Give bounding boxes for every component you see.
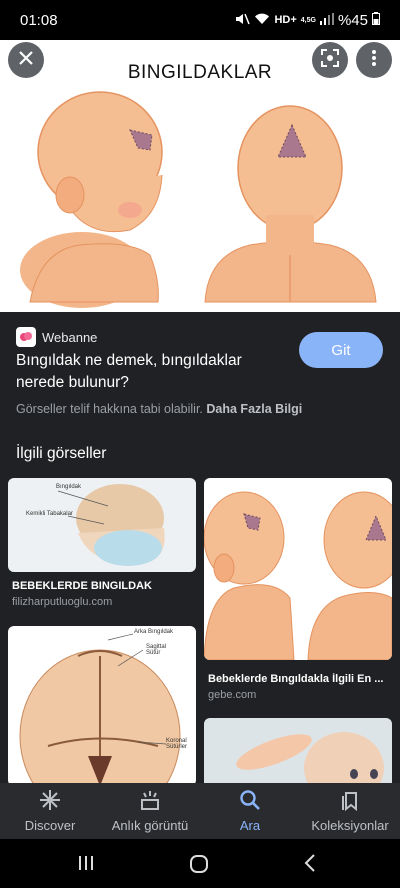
close-icon: [18, 50, 34, 71]
learn-more-link[interactable]: Daha Fazla Bilgi: [206, 402, 302, 416]
visit-button[interactable]: Git: [299, 332, 383, 368]
webanne-logo-icon: [16, 327, 36, 347]
diagram-label: Kemikli Tabakalar: [26, 511, 73, 517]
related-image-card[interactable]: [204, 718, 392, 788]
wifi-icon: [254, 13, 270, 28]
related-image-card[interactable]: Bıngıldak Kemikli Tabakalar: [8, 478, 196, 572]
battery-icon: [372, 12, 380, 28]
card-title[interactable]: Bebeklerde Bıngıldakla İlgili En ...: [208, 673, 390, 685]
search-icon: [239, 789, 261, 814]
system-navigation-bar: [0, 839, 400, 888]
hero-image[interactable]: BINGILDAKLAR: [0, 40, 400, 312]
nav-collections[interactable]: Koleksiyonlar: [300, 783, 400, 839]
copyright-text: Görseller telif hakkına tabi olabilir.: [16, 402, 203, 416]
lens-button[interactable]: [312, 42, 348, 78]
card-source: filizharputluoglu.com: [12, 596, 113, 608]
nav-label: Koleksiyonlar: [311, 818, 389, 833]
page-title[interactable]: Bıngıldak ne demek, bıngıldaklar nerede …: [16, 350, 286, 394]
more-options-button[interactable]: [356, 42, 392, 78]
nav-discover[interactable]: Discover: [0, 783, 100, 839]
nav-label: Discover: [24, 818, 76, 833]
status-bar: 01:08 HD+ 4,5G %45: [0, 0, 400, 40]
close-button[interactable]: [8, 42, 44, 78]
battery-percent: %45: [337, 11, 368, 29]
bottom-navigation: Discover Anlık görüntü Ara Koleksiyonlar: [0, 783, 400, 839]
mute-icon: [234, 12, 251, 29]
home-icon[interactable]: [188, 853, 210, 880]
copyright-notice: Görseller telif hakkına tabi olabilir. D…: [16, 402, 302, 416]
source-site[interactable]: Webanne: [16, 327, 97, 347]
diagram-label: Koronal Sütürler: [166, 738, 188, 750]
related-images-heading: İlgili görseller: [16, 445, 107, 462]
back-icon[interactable]: [302, 853, 318, 878]
nav-snapshot[interactable]: Anlık görüntü: [100, 783, 200, 839]
related-image-card[interactable]: [204, 478, 392, 660]
network-type: HD+: [274, 14, 297, 26]
nav-label: Ara: [239, 818, 261, 833]
signal-icon: [319, 12, 334, 28]
nav-search[interactable]: Ara: [200, 783, 300, 839]
related-image-card[interactable]: Arka Bıngıldak Sagittal Sütür Koronal Sü…: [8, 626, 196, 786]
diagram-label: Arka Bıngıldak: [134, 629, 174, 635]
diagram-label: Bıngıldak: [56, 484, 82, 490]
bookmark-icon: [339, 789, 361, 814]
card-title[interactable]: BEBEKLERDE BINGILDAK: [12, 580, 196, 592]
asterisk-icon: [39, 789, 61, 814]
snapshot-icon: [139, 789, 161, 814]
related-image-4: [236, 732, 384, 788]
status-icons: HD+ 4,5G %45: [234, 12, 380, 29]
recent-apps-icon[interactable]: [76, 853, 96, 878]
status-time: 01:08: [20, 11, 58, 29]
network-sub: 4,5G: [300, 16, 316, 24]
nav-label: Anlık görüntü: [111, 818, 189, 833]
related-image-2: [204, 491, 392, 660]
related-image-1: [57, 484, 165, 566]
diagram-label: Sagittal Sütür: [146, 644, 167, 656]
card-source: gebe.com: [208, 689, 257, 701]
source-name: Webanne: [42, 329, 98, 345]
lens-icon: [320, 48, 340, 73]
more-vert-icon: [371, 49, 377, 72]
